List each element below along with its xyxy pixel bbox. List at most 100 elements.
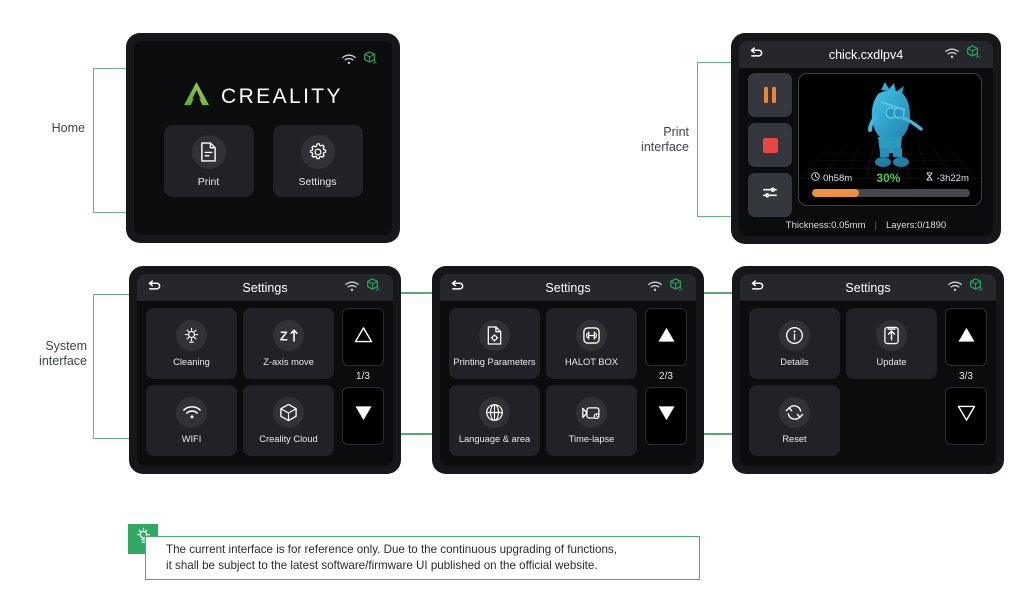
settings-tile-wifi[interactable]: WIFI (146, 385, 237, 456)
settings-device-frame-2: Settings A Printing Parameters HALOT BOX… (432, 266, 704, 474)
wifi-icon (176, 397, 207, 428)
triangle-up-outline-icon (354, 326, 373, 348)
settings-tile-label: HALOT BOX (564, 357, 619, 367)
label-system-interface-line1: System (45, 339, 87, 353)
settings-tile-empty (846, 385, 937, 456)
settings-tile-label: Printing Parameters (453, 357, 536, 367)
layers-value: Layers:0/1890 (885, 220, 947, 231)
settings-tile-time-lapse[interactable]: Time-lapse (546, 385, 637, 456)
settings-tile-label: Time-lapse (568, 434, 615, 444)
settings-tile-halot-box[interactable]: HALOT BOX (546, 308, 637, 379)
settings-tile-z-axis-move[interactable]: Z Z-axis move (243, 308, 334, 379)
page-down-button[interactable] (645, 387, 687, 445)
brightness-icon (176, 320, 207, 351)
wifi-icon (945, 46, 959, 64)
settings-device-frame-1: Settings A Cleaning Z Z-axis move WIFI C… (129, 266, 401, 474)
bracket-home (93, 68, 128, 213)
sliders-icon (762, 184, 779, 206)
settings-tile-printing-parameters[interactable]: Printing Parameters (449, 308, 540, 379)
camera-icon (576, 397, 607, 428)
stop-button[interactable] (748, 123, 792, 167)
reference-note-line1: The current interface is for reference o… (166, 542, 617, 556)
page-up-button[interactable] (945, 308, 987, 366)
settings-tile-label: Details (780, 357, 809, 367)
label-print-interface-line2: interface (641, 140, 689, 154)
page-down-button[interactable] (342, 387, 384, 445)
globe-icon (479, 397, 510, 428)
connector-page1-page2-top (400, 292, 433, 294)
print-percent: 30% (876, 171, 901, 185)
triangle-down-filled-icon (657, 405, 676, 427)
label-print-interface-line1: Print (663, 125, 689, 139)
settings-tile-label: Language & area (458, 434, 531, 444)
settings-tile-creality-cloud[interactable]: Creality Cloud (243, 385, 334, 456)
home-status-icons: A (342, 51, 378, 70)
stop-icon (762, 137, 778, 153)
file-gear-icon (479, 320, 510, 351)
cube-a-icon: A (366, 278, 381, 297)
print-screen: chick.cxdlpv4 A 0h58m 30% -3h22m Thickne… (739, 41, 993, 236)
elapsed-time: 0h58m (811, 172, 852, 184)
print-footer: Thickness:0.05mm | Layers:0/1890 (739, 220, 993, 231)
connector-page2-page3-bottom (703, 433, 733, 435)
settings-tile-update[interactable]: Update (846, 308, 937, 379)
z-axis-icon: Z (273, 320, 304, 351)
home-tiles: Print Settings (134, 125, 392, 197)
settings-tile-language-area[interactable]: Language & area (449, 385, 540, 456)
print-status-icons: A (945, 45, 981, 64)
pause-icon (764, 87, 776, 103)
home-tile-settings[interactable]: Settings (272, 125, 363, 197)
reference-note: The current interface is for reference o… (145, 536, 700, 580)
svg-text:A: A (373, 60, 377, 65)
triangle-up-filled-icon (957, 326, 976, 348)
wifi-icon (648, 279, 662, 297)
settings-screen-1: Settings A Cleaning Z Z-axis move WIFI C… (137, 274, 393, 466)
settings-status-icons-1: A (345, 278, 381, 297)
print-stats: 0h58m 30% -3h22m (799, 171, 981, 185)
home-tile-print[interactable]: Print (163, 125, 254, 197)
bracket-print-interface (697, 62, 733, 217)
model-preview-chick (851, 80, 929, 177)
home-screen: A CREALITY Print Settings (134, 41, 392, 235)
print-progress-bar (812, 189, 970, 197)
home-tile-print-label: Print (197, 175, 220, 188)
settings-tile-details[interactable]: Details (749, 308, 840, 379)
settings-screen-2: Settings A Printing Parameters HALOT BOX… (440, 274, 696, 466)
document-icon (191, 134, 226, 169)
svg-text:A: A (979, 287, 983, 292)
svg-text:Z: Z (279, 329, 287, 344)
thickness-value: Thickness:0.05mm (785, 220, 866, 231)
info-icon (779, 320, 810, 351)
settings-titlebar-3: Settings A (740, 274, 996, 301)
hourglass-icon (925, 172, 934, 184)
svg-text:A: A (976, 54, 980, 59)
cube-a-icon: A (363, 51, 378, 70)
page-down-button[interactable] (945, 387, 987, 445)
triangle-up-filled-icon (657, 326, 676, 348)
connector-page2-page3-top (703, 292, 733, 294)
print-progress-fill (812, 189, 860, 197)
page-indicator: 1/3 (356, 371, 370, 382)
adjust-button[interactable] (748, 173, 792, 217)
wifi-icon (948, 279, 962, 297)
settings-tile-cleaning[interactable]: Cleaning (146, 308, 237, 379)
settings-tile-reset[interactable]: Reset (749, 385, 840, 456)
reset-icon (779, 397, 810, 428)
wifi-icon (342, 52, 356, 70)
pause-button[interactable] (748, 73, 792, 117)
cube-a-icon: A (966, 45, 981, 64)
reference-note-line2: it shall be subject to the latest softwa… (166, 559, 598, 572)
settings-grid-3: Details Update Reset (749, 308, 937, 456)
label-system-interface-line2: interface (39, 354, 87, 368)
page-indicator: 2/3 (659, 371, 673, 382)
settings-grid-2: Printing Parameters HALOT BOX Language &… (449, 308, 637, 456)
cube-a-icon: A (969, 278, 984, 297)
settings-grid-1: Cleaning Z Z-axis move WIFI Creality Clo… (146, 308, 334, 456)
settings-titlebar-1: Settings A (137, 274, 393, 301)
halot-box-icon (576, 320, 607, 351)
page-up-button[interactable] (645, 308, 687, 366)
triangle-down-outline-icon (957, 405, 976, 427)
print-titlebar: chick.cxdlpv4 A (739, 41, 993, 68)
reference-note-text: The current interface is for reference o… (146, 542, 625, 575)
page-up-button[interactable] (342, 308, 384, 366)
